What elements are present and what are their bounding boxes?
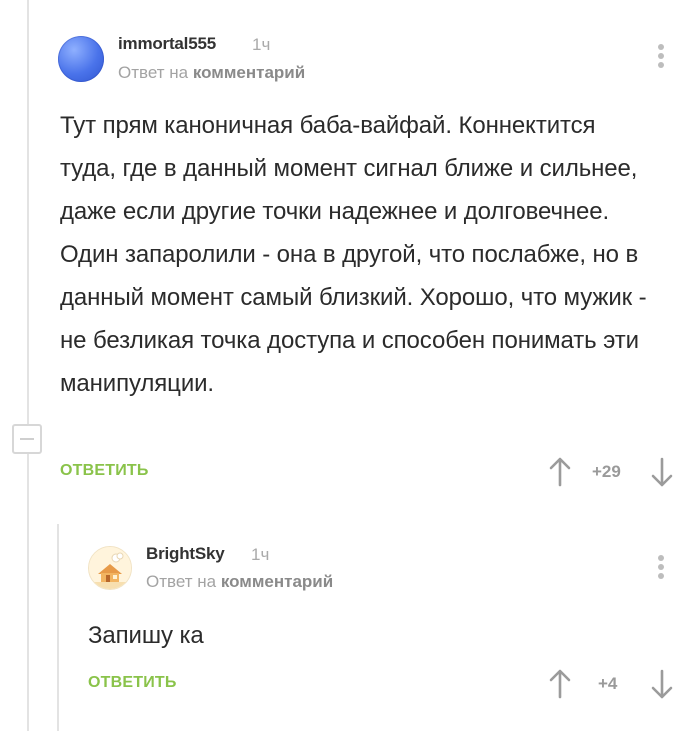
house-avatar-icon (89, 547, 131, 589)
reply-thread-line (57, 524, 59, 731)
comment-time: 1ч (252, 35, 271, 54)
reply-to-prefix: Ответ на (146, 572, 217, 591)
avatar[interactable] (88, 546, 132, 590)
rating-count: +4 (598, 674, 618, 693)
downvote-arrow-icon[interactable] (651, 457, 673, 487)
collapse-thread-button[interactable] (12, 424, 42, 454)
reply-to-info: Ответ на комментарий (146, 572, 333, 592)
thread-line (27, 454, 29, 731)
reply-to-link[interactable]: комментарий (221, 572, 333, 591)
reply-to-prefix: Ответ на (118, 63, 189, 82)
comment-text: Тут прям каноничная баба-вайфай. Коннект… (60, 112, 647, 397)
comment-username[interactable]: immortal555 (118, 34, 216, 54)
rating-count: +29 (592, 462, 621, 481)
downvote-arrow-icon[interactable] (651, 669, 673, 699)
comment-text: Запишу ка (88, 622, 204, 649)
avatar[interactable] (58, 36, 104, 82)
reply-button[interactable]: ОТВЕТИТЬ (88, 674, 177, 692)
comment-time: 1ч (251, 545, 270, 564)
upvote-arrow-icon[interactable] (549, 669, 571, 699)
reply-button[interactable]: ОТВЕТИТЬ (60, 462, 149, 480)
reply-to-link[interactable]: комментарий (193, 63, 305, 82)
reply-to-info: Ответ на комментарий (118, 63, 305, 83)
thread-line (27, 0, 29, 424)
comment-username[interactable]: BrightSky (146, 544, 225, 564)
upvote-arrow-icon[interactable] (549, 457, 571, 487)
more-vertical-icon[interactable] (656, 555, 666, 583)
more-vertical-icon[interactable] (656, 44, 666, 72)
